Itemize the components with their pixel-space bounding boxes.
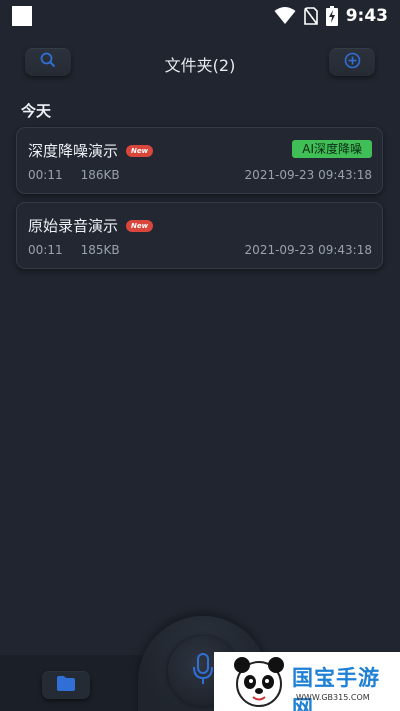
- recording-size: 185KB: [80, 243, 120, 257]
- ai-denoise-tag: AI深度降噪: [292, 140, 372, 158]
- no-sim-icon: [303, 7, 318, 25]
- header: 文件夹(2): [0, 44, 400, 82]
- notification-square-icon: [12, 6, 32, 26]
- watermark-url: WWW.GB315.COM: [296, 693, 370, 702]
- recording-name: 原始录音演示: [28, 217, 119, 235]
- watermark-title: 国宝手游网: [292, 666, 380, 711]
- new-badge: New: [126, 144, 154, 157]
- add-circle-icon: [344, 52, 361, 73]
- wifi-icon: [274, 7, 296, 25]
- status-time: 9:43: [345, 6, 388, 26]
- recording-name: 深度降噪演示: [28, 142, 119, 160]
- new-badge: New: [126, 219, 154, 232]
- microphone-icon: [191, 652, 215, 690]
- recording-title: 原始录音演示 New: [28, 215, 154, 236]
- section-label-today: 今天: [21, 102, 52, 120]
- battery-charging-icon: [325, 6, 338, 26]
- recording-meta: 00:11 186KB: [28, 168, 120, 182]
- folder-icon: [57, 675, 75, 695]
- panda-logo-icon: [232, 655, 286, 711]
- status-bar: 9:43: [0, 0, 400, 32]
- recording-date: 2021-09-23 09:43:18: [244, 243, 372, 257]
- recording-meta: 00:11 185KB: [28, 243, 120, 257]
- recording-duration: 00:11: [28, 243, 63, 257]
- recording-title: 深度降噪演示 New: [28, 140, 154, 161]
- add-button[interactable]: [329, 48, 375, 76]
- recording-duration: 00:11: [28, 168, 63, 182]
- recording-card[interactable]: 深度降噪演示 New AI深度降噪 00:11 186KB 2021-09-23…: [16, 127, 383, 194]
- watermark: 国宝手游网 WWW.GB315.COM: [214, 652, 400, 711]
- recording-size: 186KB: [80, 168, 120, 182]
- recording-card[interactable]: 原始录音演示 New 00:11 185KB 2021-09-23 09:43:…: [16, 202, 383, 269]
- status-icons: 9:43: [274, 6, 388, 26]
- folder-button[interactable]: [42, 671, 90, 699]
- recording-date: 2021-09-23 09:43:18: [244, 168, 372, 182]
